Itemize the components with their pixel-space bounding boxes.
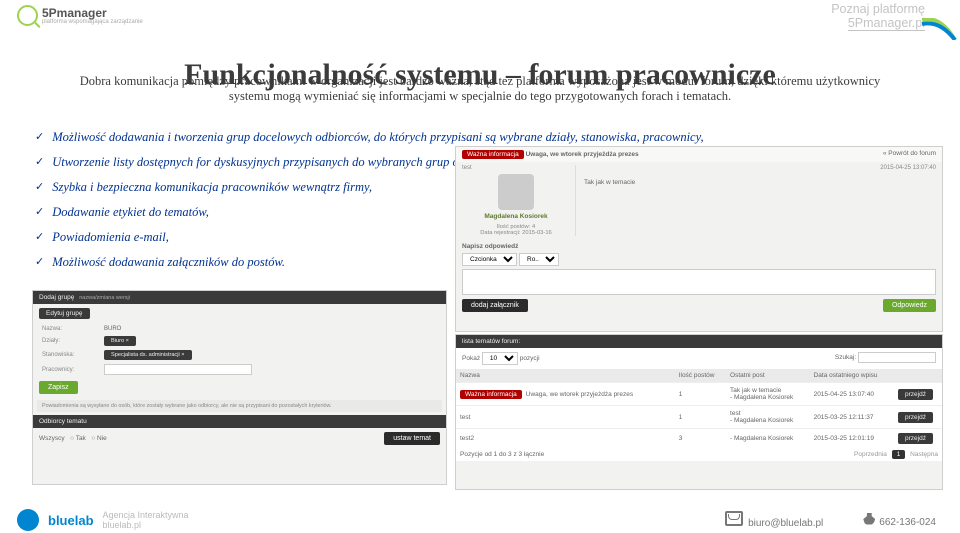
back-link[interactable]: « Powrót do forum (883, 150, 936, 159)
search-icon (17, 5, 38, 26)
save-button[interactable]: Zapisz (39, 381, 78, 394)
radio-yes[interactable]: ○ Tak (70, 435, 86, 442)
open-button[interactable]: przejdź (898, 433, 933, 444)
check-icon: ✓ (35, 255, 44, 268)
check-icon: ✓ (35, 205, 44, 218)
intro-text: Dobra komunikacja pomiędzy pracownikami … (70, 74, 890, 104)
post-date: 2015-04-25 13:07:40 (584, 165, 936, 171)
topic-title: Uwaga, we wtorek przyjeżdża prezes (526, 151, 639, 158)
pager-next[interactable]: Następna (910, 451, 938, 458)
info-note: Powiadomienia są wysyłane do osób, które… (37, 400, 442, 412)
table-row: Ważna informacjaUwaga, we wtorek przyjeż… (456, 383, 942, 406)
field-label: Nazwa: (41, 325, 101, 333)
field-label: Działy: (41, 335, 101, 347)
reply-heading: Napisz odpowiedź (462, 243, 518, 250)
search-input[interactable] (858, 352, 936, 363)
screenshot-list: lista tematów forum: Pokaż 10 pozycji Sz… (455, 334, 943, 490)
field-value: BURO (103, 325, 438, 333)
footer-brand: bluelab Agencja Interaktywna bluelab.pl (17, 509, 189, 531)
col-posts[interactable]: Ilość postów (675, 369, 726, 383)
page-size-select[interactable]: 10 (482, 352, 518, 365)
field-label: Pracownicy: (41, 363, 101, 376)
tag-chip[interactable]: Biuro × (104, 336, 136, 346)
radio-no[interactable]: ○ Nie (91, 435, 107, 442)
bullet-text: Powiadomienia e-mail, (52, 230, 169, 245)
bullet-text: Utworzenie listy dostępnych for dyskusyj… (52, 155, 507, 170)
topics-table: Nazwa Ilość postów Ostatni post Data ost… (456, 369, 942, 448)
check-icon: ✓ (35, 130, 44, 143)
pager-page[interactable]: 1 (892, 450, 906, 459)
importance-badge: Ważna informacja (462, 150, 524, 159)
avatar (498, 174, 534, 210)
col-last[interactable]: Ostatni post (726, 369, 810, 383)
bullet-text: Możliwość dodawania i tworzenia grup doc… (52, 130, 703, 145)
bullet-text: Dodawanie etykiet do tematów, (52, 205, 209, 220)
col-date[interactable]: Data ostatniego wpisu (810, 369, 894, 383)
reply-subject: test (462, 165, 570, 171)
open-button[interactable]: przejdź (898, 412, 933, 423)
field-label: Stanowiska: (41, 349, 101, 361)
footer-email: biuro@bluelab.pl (725, 511, 823, 529)
col-name[interactable]: Nazwa (456, 369, 675, 383)
reply-button[interactable]: Odpowiedz (883, 299, 936, 312)
recipients-label: Wszyscy (39, 435, 65, 442)
mail-icon (725, 511, 743, 526)
corner-watermark: Poznaj platformę 5Pmanager.pl (831, 2, 925, 30)
size-select[interactable]: Ro.. (519, 253, 559, 266)
tag-chip[interactable]: Specjalista ds. administracji × (104, 350, 192, 360)
pager-prev[interactable]: Poprzednia (854, 451, 887, 458)
post-body: Tak jak w temacie (584, 179, 936, 186)
set-topic-button[interactable]: ustaw temat (384, 432, 440, 445)
table-row: test 1 test - Magdalena Kosiorek 2015-03… (456, 406, 942, 429)
swoosh-graphic (922, 18, 957, 40)
check-icon: ✓ (35, 230, 44, 243)
phone-icon (863, 513, 875, 525)
check-icon: ✓ (35, 155, 44, 168)
post-author: Magdalena Kosiorek (484, 213, 547, 220)
screenshot-topic: Ważna informacja Uwaga, we wtorek przyje… (455, 146, 943, 332)
open-button[interactable]: przejdź (898, 389, 933, 400)
add-attachment-button[interactable]: dodaj załącznik (462, 299, 528, 312)
brand-logo: 5Pmanager platforma wspomagająca zarządz… (17, 5, 143, 26)
table-row: test2 3 - Magdalena Kosiorek 2015-03-25 … (456, 429, 942, 449)
check-icon: ✓ (35, 180, 44, 193)
workers-input[interactable] (104, 364, 252, 375)
footer-phone: 662-136-024 (863, 513, 936, 528)
list-panel-title: lista tematów forum: (456, 335, 942, 348)
reply-textarea[interactable] (462, 269, 936, 295)
pager-info: Pozycje od 1 do 3 z 3 łącznie (460, 451, 544, 458)
bullet-text: Możliwość dodawania załączników do postó… (52, 255, 285, 270)
edit-group-button[interactable]: Edytuj grupę (39, 308, 90, 319)
screenshot-group-edit: Dodaj grupę nazwa/zmiana wersji Edytuj g… (32, 290, 447, 485)
recipients-panel-title: Odbiorcy tematu (33, 415, 446, 428)
bullet-text: Szybka i bezpieczna komunikacja pracowni… (52, 180, 372, 195)
font-select[interactable]: Czcionka (462, 253, 517, 266)
